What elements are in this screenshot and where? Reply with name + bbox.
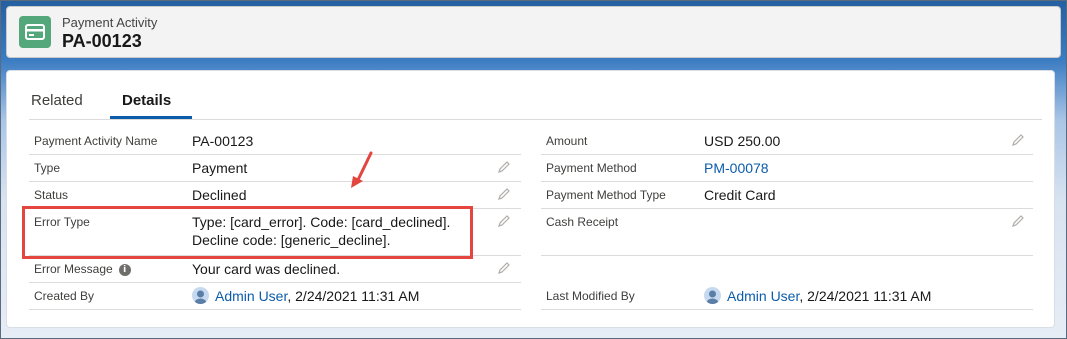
field-label: Cash Receipt: [546, 215, 619, 229]
object-type-label: Payment Activity: [62, 15, 158, 30]
created-by-timestamp: , 2/24/2021 11:31 AM: [287, 288, 420, 304]
payment-method-link[interactable]: PM-00078: [704, 159, 769, 177]
edit-pencil-icon[interactable]: [1011, 133, 1025, 147]
field-value: Payment: [192, 160, 248, 176]
record-title: PA-00123: [62, 31, 142, 51]
field-value: Admin User, 2/24/2021 11:31 AM: [704, 287, 931, 305]
field-value: Declined: [192, 187, 247, 203]
field-value: PA-00123: [192, 133, 254, 149]
field-label: Error Message i: [34, 262, 131, 276]
field-value: USD 250.00: [704, 133, 781, 149]
payment-card-icon: [19, 16, 51, 48]
edit-pencil-icon[interactable]: [497, 261, 511, 275]
field-label: Last Modified By: [546, 289, 635, 303]
record-header: Payment Activity PA-00123: [6, 6, 1061, 58]
field-value-line-1: Type: [card_error]. Code: [card_declined…: [192, 214, 451, 230]
field-label: Type: [34, 161, 61, 175]
info-icon[interactable]: i: [118, 263, 131, 276]
edit-pencil-icon[interactable]: [1011, 214, 1025, 228]
field-value: Admin User, 2/24/2021 11:31 AM: [192, 287, 419, 305]
field-error-type: Error Type Type: [card_error]. Code: [ca…: [29, 209, 521, 256]
field-payment-method-type: Payment Method Type Credit Card: [541, 182, 1033, 209]
field-label: Payment Method Type: [546, 188, 666, 202]
field-type: Type Payment: [29, 155, 521, 182]
tab-details[interactable]: Details: [122, 92, 171, 109]
field-label: Amount: [546, 134, 588, 148]
field-error-message: Error Message i Your card was declined.: [29, 256, 521, 283]
field-payment-method: Payment Method PM-00078: [541, 155, 1033, 182]
field-value: Credit Card: [704, 187, 776, 203]
edit-pencil-icon[interactable]: [497, 187, 511, 201]
user-avatar-icon: [704, 287, 721, 304]
error-message-label-text: Error Message: [34, 262, 113, 276]
field-label: Payment Activity Name: [34, 134, 158, 148]
field-payment-activity-name: Payment Activity Name PA-00123: [29, 128, 521, 155]
last-modified-timestamp: , 2/24/2021 11:31 AM: [799, 288, 932, 304]
user-avatar-icon: [192, 287, 209, 304]
edit-pencil-icon[interactable]: [497, 214, 511, 228]
field-label: Status: [34, 188, 69, 202]
field-cash-receipt: Cash Receipt: [541, 209, 1033, 256]
field-status: Status Declined: [29, 182, 521, 209]
field-label: Payment Method: [546, 161, 637, 175]
edit-pencil-icon[interactable]: [497, 160, 511, 174]
last-modified-by-user-link[interactable]: Admin User: [727, 288, 799, 304]
field-value-line-2: Decline code: [generic_decline].: [192, 232, 391, 248]
field-value: Your card was declined.: [192, 261, 341, 277]
field-amount: Amount USD 250.00: [541, 128, 1033, 155]
details-card: Related Details Payment Activity Name PA…: [6, 70, 1055, 328]
field-last-modified-by: Last Modified By Admin User, 2/24/2021 1…: [541, 283, 1033, 310]
field-label: Created By: [34, 289, 95, 303]
tab-bar: Related Details: [7, 71, 1054, 120]
tab-divider: [29, 119, 1042, 120]
tab-related[interactable]: Related: [31, 92, 83, 109]
annotation-arrow-icon: [351, 151, 373, 188]
field-label: Error Type: [34, 215, 90, 229]
field-created-by: Created By Admin User, 2/24/2021 11:31 A…: [29, 283, 521, 310]
created-by-user-link[interactable]: Admin User: [215, 288, 287, 304]
